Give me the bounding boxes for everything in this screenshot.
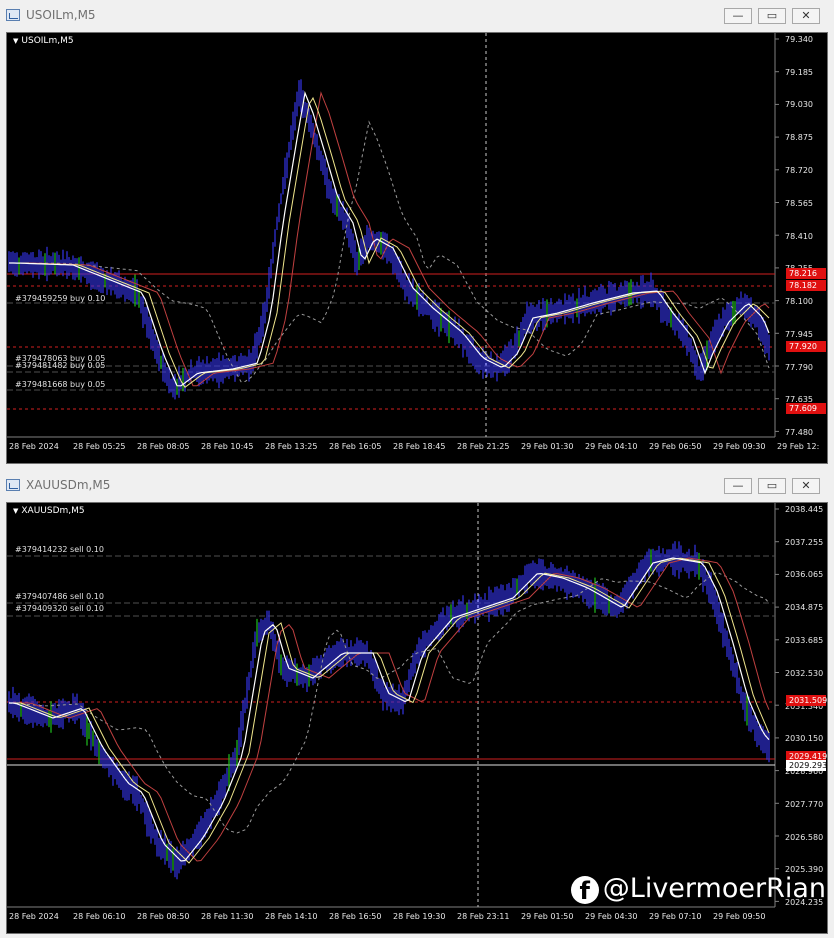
window-titlebar[interactable]: XAUUSDm,M5 — ▭ ✕ [0, 470, 834, 500]
time-axis-label: 28 Feb 11:30 [201, 912, 254, 921]
facebook-icon: f [570, 875, 599, 905]
time-axis-label: 29 Feb 04:30 [585, 912, 638, 921]
price-badge: 78.182 [786, 280, 826, 291]
ma-mid-line [9, 96, 770, 389]
candles [8, 541, 770, 880]
time-axis-label: 29 Feb 09:50 [713, 912, 766, 921]
price-axis-label: 2034.875 [785, 603, 824, 612]
ma-mid-line [9, 557, 770, 864]
minimize-button[interactable]: — [724, 8, 752, 24]
symbol-text: XAUUSDm,M5 [21, 506, 85, 516]
time-axis-label: 29 Feb 06:50 [649, 442, 702, 451]
chart-canvas [7, 33, 779, 438]
time-axis-label: 28 Feb 13:25 [265, 442, 318, 451]
price-axis-label: 79.030 [785, 100, 813, 109]
restore-button[interactable]: ▭ [758, 478, 786, 494]
chart-window-usoil: USOILm,M5 — ▭ ✕ ▼ USOILm,M5 #379459259 bu… [0, 0, 834, 468]
chart-canvas [7, 503, 779, 908]
order-label[interactable]: #379481482 buy 0.05 [15, 361, 105, 370]
price-axis-label: 77.790 [785, 363, 813, 372]
price-axis-label: 78.720 [785, 166, 813, 175]
dropdown-triangle-icon[interactable]: ▼ [13, 507, 18, 515]
time-axis-label: 28 Feb 16:50 [329, 912, 382, 921]
time-axis-label: 28 Feb 23:11 [457, 912, 510, 921]
time-axis-label: 28 Feb 2024 [9, 912, 59, 921]
price-axis-label: 79.340 [785, 35, 813, 44]
chart-window-xauusd: XAUUSDm,M5 — ▭ ✕ ▼ XAUUSDm,M5 #379414232 … [0, 470, 834, 938]
order-label[interactable]: #379409320 sell 0.10 [15, 604, 104, 613]
price-axis-label: 78.100 [785, 297, 813, 306]
price-axis-label: 77.480 [785, 428, 813, 437]
time-axis-label: 28 Feb 08:05 [137, 442, 190, 451]
time-axis-label: 28 Feb 2024 [9, 442, 59, 451]
price-axis-label: 79.185 [785, 68, 813, 77]
time-axis-label: 28 Feb 19:30 [393, 912, 446, 921]
symbol-text: USOILm,M5 [21, 36, 74, 46]
chart-window-icon [6, 479, 20, 491]
order-label[interactable]: #379459259 buy 0.10 [15, 294, 105, 303]
symbol-label: ▼ USOILm,M5 [13, 36, 74, 46]
ma-fast-line [9, 90, 770, 387]
window-titlebar[interactable]: USOILm,M5 — ▭ ✕ [0, 0, 834, 30]
candles [8, 79, 770, 400]
price-axis-label: 78.565 [785, 199, 813, 208]
minimize-button[interactable]: — [724, 478, 752, 494]
price-axis-label: 78.875 [785, 133, 813, 142]
price-chart-usoil[interactable]: ▼ USOILm,M5 #379459259 buy 0.10 #37947806… [6, 32, 828, 464]
chart-window-icon [6, 9, 20, 21]
time-axis-label: 28 Feb 18:45 [393, 442, 446, 451]
price-axis-label: 2026.580 [785, 833, 824, 842]
window-title: XAUUSDm,M5 [26, 478, 111, 492]
order-label[interactable]: #379414232 sell 0.10 [15, 545, 104, 554]
price-axis-label: 77.945 [785, 330, 813, 339]
order-label[interactable]: #379481668 buy 0.05 [15, 380, 105, 389]
price-badge: 2029.293 [786, 760, 827, 771]
price-axis-label: 2027.770 [785, 800, 824, 809]
time-axis-label: 29 Feb 09:30 [713, 442, 766, 451]
price-axis-label: 2036.065 [785, 570, 824, 579]
time-axis-label: 28 Feb 10:45 [201, 442, 254, 451]
watermark: f @LivermoerRian [570, 873, 826, 913]
order-label[interactable]: #379407486 sell 0.10 [15, 592, 104, 601]
close-button[interactable]: ✕ [792, 478, 820, 494]
time-axis-label: 28 Feb 06:10 [73, 912, 126, 921]
time-axis-label: 29 Feb 01:50 [521, 912, 574, 921]
time-axis-label: 29 Feb 01:30 [521, 442, 574, 451]
price-axis-label: 2037.255 [785, 538, 824, 547]
window-title: USOILm,M5 [26, 8, 96, 22]
time-axis-label: 28 Feb 14:10 [265, 912, 318, 921]
price-badge: 78.216 [786, 268, 826, 279]
dropdown-triangle-icon[interactable]: ▼ [13, 37, 18, 45]
price-axis-label: 2033.685 [785, 636, 824, 645]
time-axis-label: 28 Feb 08:50 [137, 912, 190, 921]
price-badge: 2031.509 [786, 695, 827, 706]
time-axis-label: 29 Feb 12: [777, 442, 820, 451]
price-badge: 77.920 [786, 341, 826, 352]
restore-button[interactable]: ▭ [758, 8, 786, 24]
price-badge: 77.609 [786, 403, 826, 414]
close-button[interactable]: ✕ [792, 8, 820, 24]
price-axis-label: 78.410 [785, 232, 813, 241]
ma-slow-line [9, 91, 770, 387]
time-axis-label: 28 Feb 05:25 [73, 442, 126, 451]
price-axis-label: 2030.150 [785, 734, 824, 743]
price-axis-label: 2038.445 [785, 505, 824, 514]
time-axis-label: 28 Feb 16:05 [329, 442, 382, 451]
price-axis-label: 2032.530 [785, 669, 824, 678]
price-chart-xauusd[interactable]: ▼ XAUUSDm,M5 #379414232 sell 0.10 #379407… [6, 502, 828, 934]
time-axis-label: 28 Feb 21:25 [457, 442, 510, 451]
time-axis-label: 29 Feb 07:10 [649, 912, 702, 921]
symbol-label: ▼ XAUUSDm,M5 [13, 506, 85, 516]
time-axis-label: 29 Feb 04:10 [585, 442, 638, 451]
watermark-text: @LivermoerRian [602, 873, 826, 904]
